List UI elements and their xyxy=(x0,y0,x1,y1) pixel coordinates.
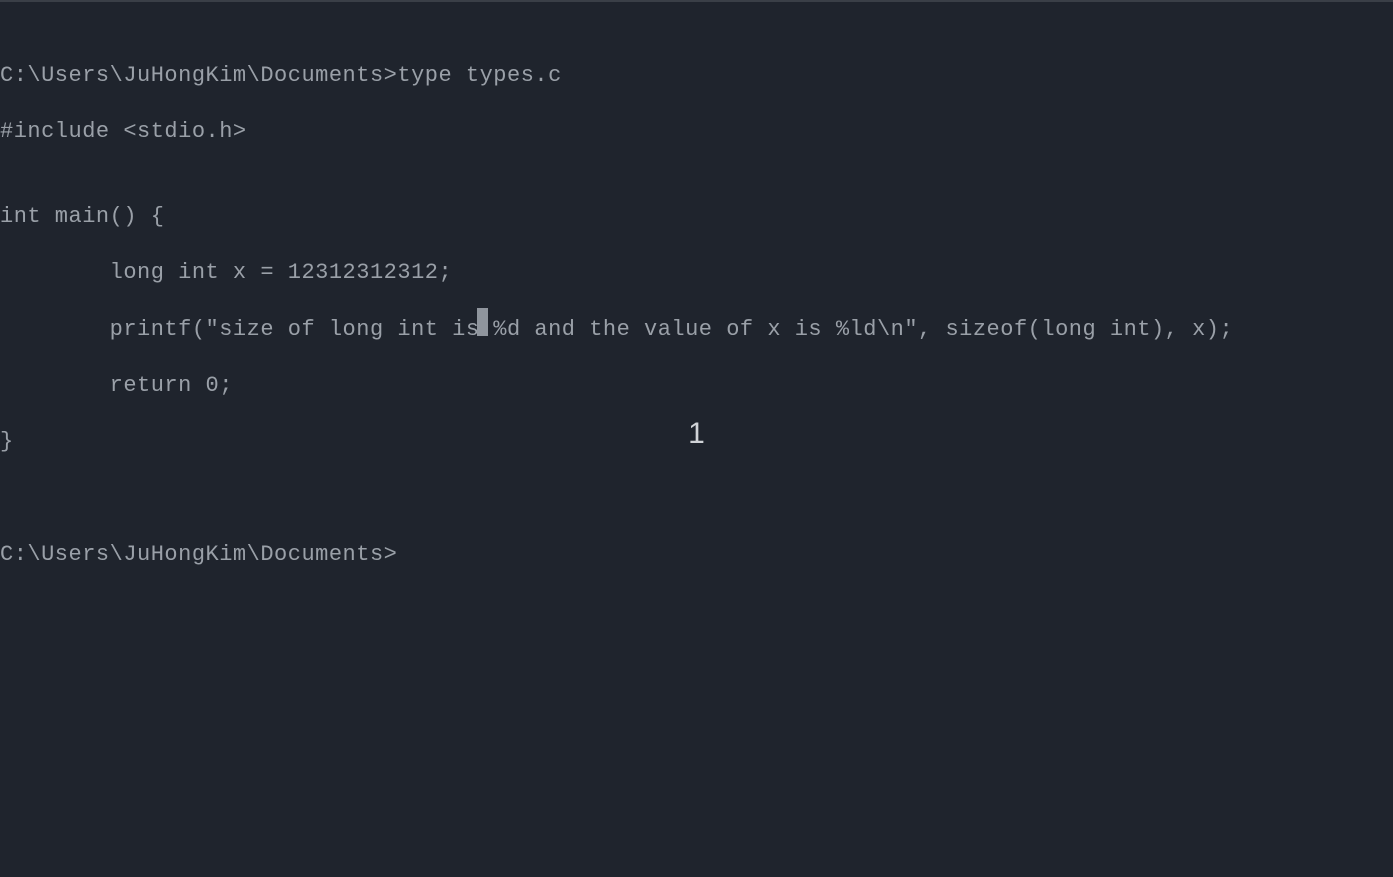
prompt-path: C:\Users\JuHongKim\Documents> xyxy=(0,63,397,88)
output-blank-line xyxy=(0,485,1393,513)
terminal-cursor xyxy=(477,308,488,336)
terminal-line-1: C:\Users\JuHongKim\Documents>type types.… xyxy=(0,62,1393,90)
output-line-6: return 0; xyxy=(0,372,1393,400)
output-line-1: #include <stdio.h> xyxy=(0,118,1393,146)
terminal-area[interactable]: C:\Users\JuHongKim\Documents>type types.… xyxy=(0,34,1393,597)
output-line-3: int main() { xyxy=(0,203,1393,231)
command-text: type types.c xyxy=(397,63,561,88)
overlay-number: 1 xyxy=(688,417,705,451)
output-line-5: printf("size of long int is %d and the v… xyxy=(0,316,1393,344)
output-line-4: long int x = 12312312312; xyxy=(0,259,1393,287)
window-top-border xyxy=(0,0,1393,2)
terminal-prompt-2: C:\Users\JuHongKim\Documents> xyxy=(0,541,1393,569)
